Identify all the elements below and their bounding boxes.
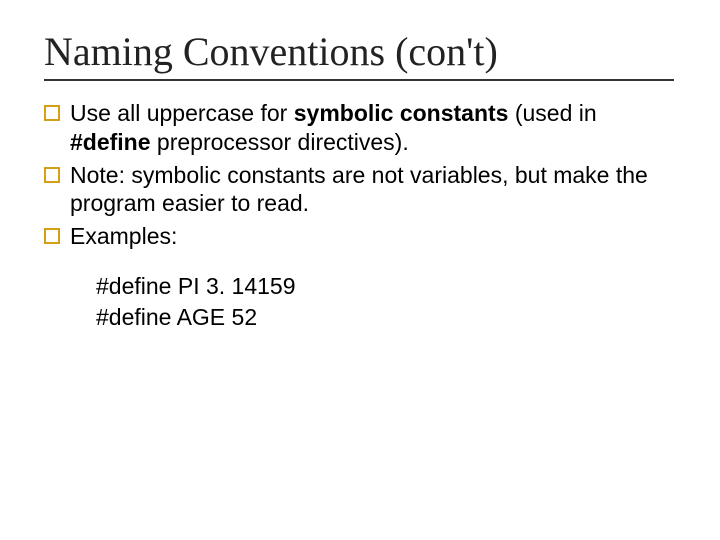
text-run: preprocessor directives).: [151, 129, 409, 155]
bullet-text: Examples:: [70, 222, 177, 251]
examples-block: #define PI 3. 14159 #define AGE 52: [96, 271, 676, 333]
square-bullet-icon: [44, 167, 60, 183]
square-bullet-icon: [44, 228, 60, 244]
slide: Naming Conventions (con't) Use all upper…: [0, 0, 720, 540]
example-line: #define AGE 52: [96, 302, 676, 333]
text-run: Use all uppercase for: [70, 100, 294, 126]
example-line: #define PI 3. 14159: [96, 271, 676, 302]
square-bullet-icon: [44, 105, 60, 121]
bullet-text: Note: symbolic constants are not variabl…: [70, 161, 676, 219]
slide-title: Naming Conventions (con't): [44, 28, 676, 75]
text-bold: symbolic constants: [294, 100, 509, 126]
text-run: (used in: [508, 100, 596, 126]
bullet-item: Examples:: [44, 222, 676, 251]
bullet-list: Use all uppercase for symbolic constants…: [44, 99, 676, 251]
bullet-item: Note: symbolic constants are not variabl…: [44, 161, 676, 219]
bullet-item: Use all uppercase for symbolic constants…: [44, 99, 676, 157]
title-underline: [44, 79, 674, 81]
bullet-text: Use all uppercase for symbolic constants…: [70, 99, 676, 157]
text-bold: #define: [70, 129, 151, 155]
